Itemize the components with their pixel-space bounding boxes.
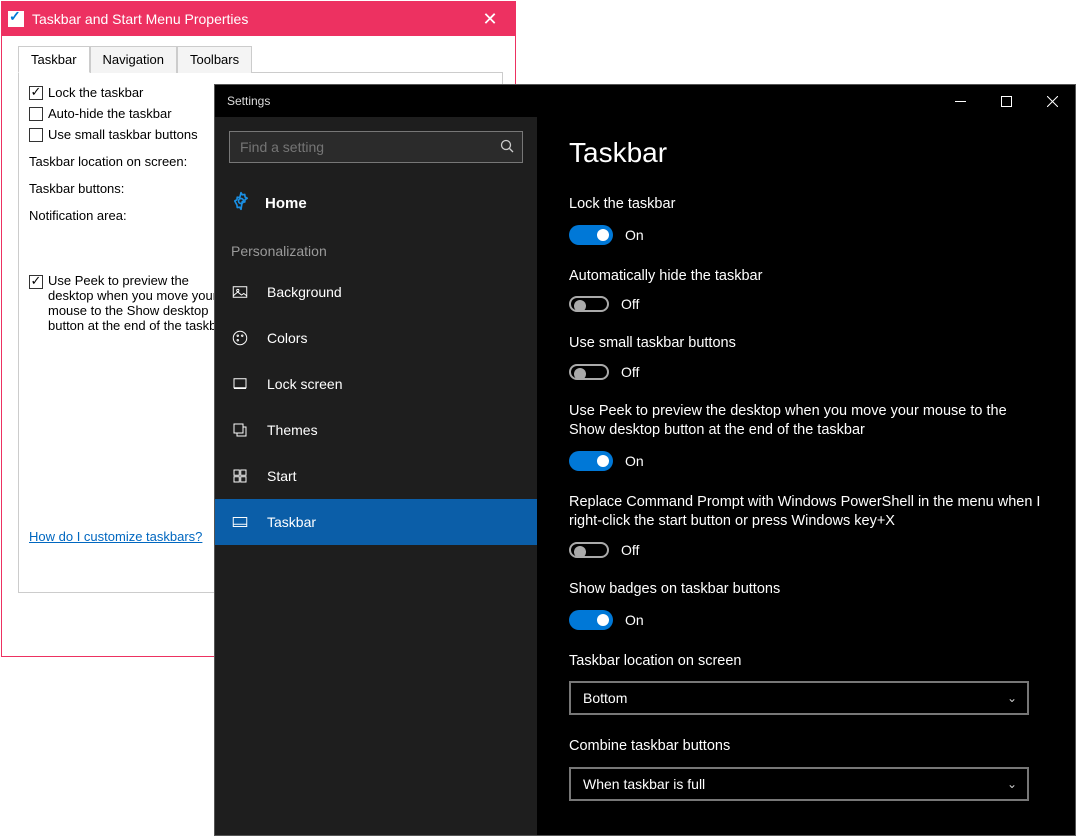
peek-label: Use Peek to preview the desktop when you… [569,402,1043,441]
nav-start[interactable]: Start [215,453,537,499]
tab-toolbars[interactable]: Toolbars [177,46,252,73]
badges-label: Show badges on taskbar buttons [569,580,1043,600]
gear-icon [231,191,251,215]
settings-sidebar: Home Personalization Background Colors L… [215,117,537,835]
peek-label: Use Peek to preview the desktop when you… [48,273,228,333]
taskbar-icon [231,513,249,531]
combine-dropdown[interactable]: When taskbar is full ⌄ [569,767,1029,801]
powershell-state: Off [621,542,639,558]
page-heading: Taskbar [569,137,1043,169]
nav-colors[interactable]: Colors [215,315,537,361]
small-setting: Use small taskbar buttons Off [569,334,1043,380]
autohide-label: Automatically hide the taskbar [569,267,1043,287]
location-dropdown[interactable]: Bottom ⌄ [569,681,1029,715]
peek-setting: Use Peek to preview the desktop when you… [569,402,1043,471]
combine-label: Combine taskbar buttons [569,737,1043,757]
chevron-down-icon: ⌄ [1007,691,1017,705]
peek-toggle[interactable] [569,451,613,471]
autohide-setting: Automatically hide the taskbar Off [569,267,1043,313]
small-buttons-label: Use small taskbar buttons [48,127,198,142]
powershell-label: Replace Command Prompt with Windows Powe… [569,493,1043,532]
nav-taskbar[interactable]: Taskbar [215,499,537,545]
nav-background-label: Background [267,284,342,300]
properties-titlebar[interactable]: Taskbar and Start Menu Properties ✕ [2,2,515,36]
small-buttons-checkbox[interactable] [29,128,43,142]
location-label: Taskbar location on screen [569,652,1043,672]
properties-title: Taskbar and Start Menu Properties [32,11,467,27]
lock-state: On [625,227,644,243]
picture-icon [231,283,249,301]
nav-colors-label: Colors [267,330,307,346]
home-label: Home [265,195,307,212]
search-input[interactable] [240,139,500,155]
close-icon [1047,96,1058,107]
peek-state: On [625,453,644,469]
search-box[interactable] [229,131,523,163]
search-icon [500,139,514,156]
settings-window: Settings Home Personalization [214,84,1076,836]
powershell-toggle[interactable] [569,542,609,558]
lock-taskbar-checkbox[interactable] [29,86,43,100]
lock-taskbar-label: Lock the taskbar [48,85,143,100]
lockscreen-icon [231,375,249,393]
properties-icon [8,11,24,27]
lock-label: Lock the taskbar [569,195,1043,215]
combine-value: When taskbar is full [583,776,705,792]
peek-checkbox[interactable] [29,275,43,289]
settings-content: Taskbar Lock the taskbar On Automaticall… [537,117,1075,835]
badges-setting: Show badges on taskbar buttons On [569,580,1043,630]
palette-icon [231,329,249,347]
nav-background[interactable]: Background [215,269,537,315]
maximize-button[interactable] [983,85,1029,117]
nav-themes[interactable]: Themes [215,407,537,453]
lock-setting: Lock the taskbar On [569,195,1043,245]
start-icon [231,467,249,485]
themes-icon [231,421,249,439]
badges-toggle[interactable] [569,610,613,630]
tab-navigation[interactable]: Navigation [90,46,177,73]
minimize-button[interactable] [937,85,983,117]
nav-themes-label: Themes [267,422,318,438]
close-button[interactable]: ✕ [467,2,513,36]
location-setting: Taskbar location on screen Bottom ⌄ [569,652,1043,716]
minimize-icon [955,96,966,107]
chevron-down-icon: ⌄ [1007,777,1017,791]
lock-toggle[interactable] [569,225,613,245]
autohide-state: Off [621,296,639,312]
small-label: Use small taskbar buttons [569,334,1043,354]
nav-start-label: Start [267,468,297,484]
tab-taskbar[interactable]: Taskbar [18,46,90,73]
autohide-checkbox[interactable] [29,107,43,121]
settings-titlebar[interactable]: Settings [215,85,1075,117]
combine-setting: Combine taskbar buttons When taskbar is … [569,737,1043,801]
nav-lockscreen-label: Lock screen [267,376,342,392]
settings-title: Settings [227,94,937,108]
autohide-label: Auto-hide the taskbar [48,106,172,121]
home-nav[interactable]: Home [215,181,537,225]
nav-taskbar-label: Taskbar [267,514,316,530]
badges-state: On [625,612,644,628]
nav-lockscreen[interactable]: Lock screen [215,361,537,407]
location-value: Bottom [583,690,627,706]
section-heading: Personalization [215,225,537,269]
properties-tabs: Taskbar Navigation Toolbars [18,46,503,73]
autohide-toggle[interactable] [569,296,609,312]
small-state: Off [621,364,639,380]
maximize-icon [1001,96,1012,107]
close-button[interactable] [1029,85,1075,117]
small-toggle[interactable] [569,364,609,380]
powershell-setting: Replace Command Prompt with Windows Powe… [569,493,1043,558]
